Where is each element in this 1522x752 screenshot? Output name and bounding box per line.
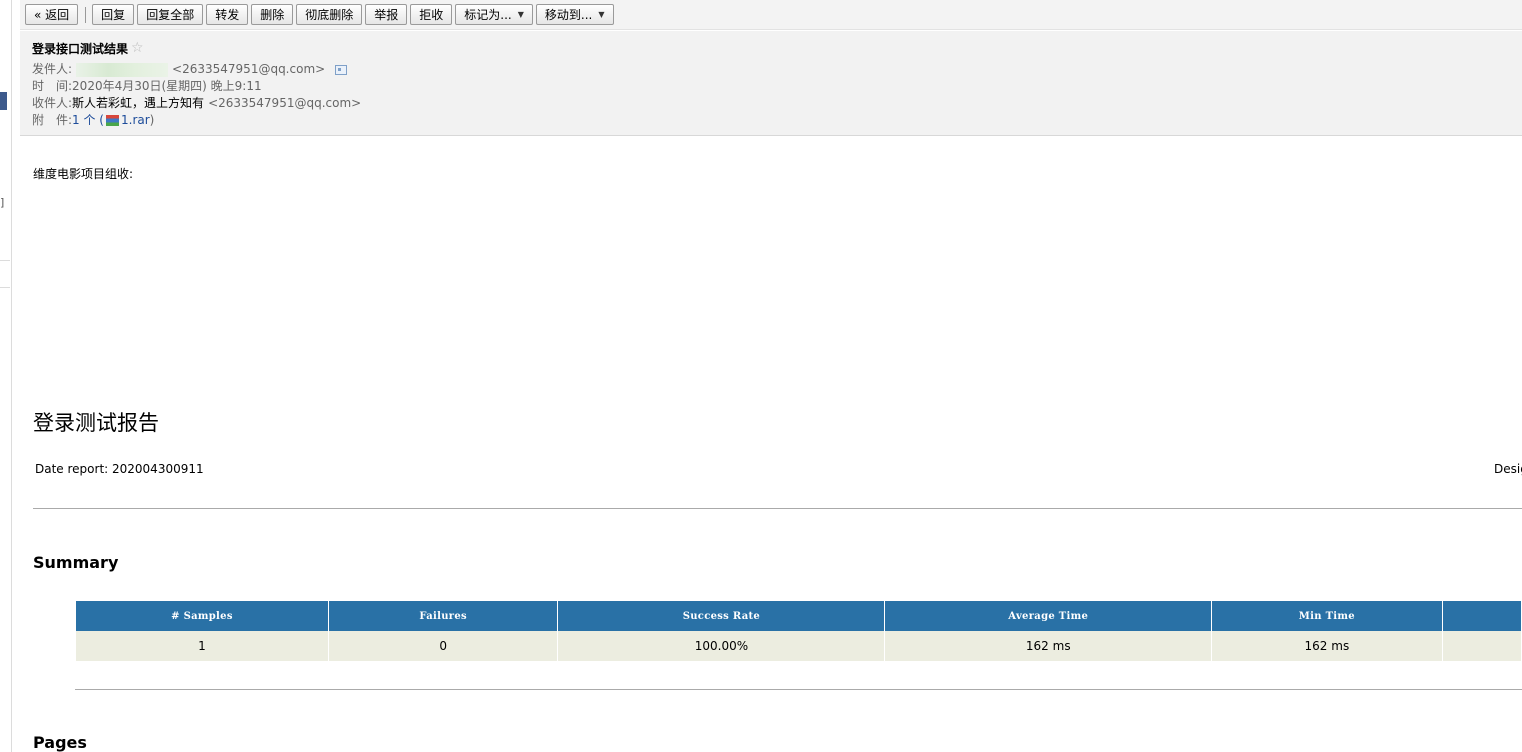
table-cell-cut bbox=[1442, 631, 1522, 661]
table-cell: 100.00% bbox=[557, 631, 886, 661]
left-panel-divider bbox=[0, 260, 10, 261]
attachment-label: 附 件: bbox=[32, 113, 73, 127]
attachment-close-paren: ) bbox=[149, 113, 155, 127]
divider bbox=[75, 689, 1522, 690]
column-header: Average Time bbox=[884, 601, 1213, 631]
attachment-count[interactable]: 1 个 ( bbox=[72, 112, 104, 129]
left-panel-edge: ] bbox=[0, 0, 12, 752]
greeting-text: 维度电影项目组收: bbox=[33, 167, 134, 181]
report-title: 登录测试报告 bbox=[33, 411, 159, 435]
pages-heading: Pages bbox=[33, 733, 87, 752]
table-cell: 0 bbox=[328, 631, 559, 661]
reject-button[interactable]: 拒收 bbox=[410, 4, 453, 25]
column-header: Success Rate bbox=[557, 601, 886, 631]
mail-header: 登录接口测试结果 ☆ 发件人: <2633547951@qq.com> 时 间:… bbox=[20, 31, 1522, 136]
time-label: 时 间: bbox=[32, 79, 73, 93]
reply-all-button[interactable]: 回复全部 bbox=[137, 4, 204, 25]
sender-row: 发件人: <2633547951@qq.com> bbox=[32, 61, 1522, 78]
summary-table: # Samples Failures Success Rate Average … bbox=[76, 601, 1522, 661]
delete-button[interactable]: 删除 bbox=[251, 4, 294, 25]
table-cell: 1 bbox=[76, 631, 329, 661]
mail-toolbar: « 返回 回复 回复全部 转发 删除 彻底删除 举报 拒收 标记为... ▼ 移… bbox=[20, 0, 1522, 30]
attachment-link[interactable]: 1.rar bbox=[121, 112, 150, 129]
mark-as-dropdown[interactable]: 标记为... ▼ bbox=[455, 4, 533, 25]
column-header: # Samples bbox=[76, 601, 329, 631]
rar-file-icon bbox=[106, 115, 119, 126]
star-icon[interactable]: ☆ bbox=[131, 40, 144, 56]
move-to-label: 移动到... bbox=[544, 8, 593, 22]
back-button[interactable]: « 返回 bbox=[25, 4, 79, 25]
report-button[interactable]: 举报 bbox=[365, 4, 408, 25]
designer-text: Desig bbox=[1494, 462, 1522, 476]
time-row: 时 间: 2020年4月30日(星期四) 晚上9:11 bbox=[32, 78, 1522, 95]
forward-button[interactable]: 转发 bbox=[206, 4, 249, 25]
sender-name-redacted bbox=[76, 62, 169, 77]
table-cell: 162 ms bbox=[884, 631, 1213, 661]
mark-as-label: 标记为... bbox=[464, 8, 512, 22]
table-header-row: # Samples Failures Success Rate Average … bbox=[76, 601, 1522, 631]
divider bbox=[33, 508, 1522, 509]
mail-subject: 登录接口测试结果 bbox=[32, 41, 129, 56]
recipient-email: <2633547951@qq.com> bbox=[208, 96, 362, 110]
table-row: 1 0 100.00% 162 ms 162 ms bbox=[76, 631, 1522, 661]
reply-button[interactable]: 回复 bbox=[92, 4, 135, 25]
column-header: Failures bbox=[328, 601, 559, 631]
delete-forever-button[interactable]: 彻底删除 bbox=[296, 4, 363, 25]
toolbar-separator bbox=[85, 6, 87, 23]
left-panel-tab[interactable] bbox=[0, 92, 7, 110]
recipient-row: 收件人: 斯人若彩虹，遇上方知有 <2633547951@qq.com> bbox=[32, 95, 1522, 112]
column-header-cut bbox=[1442, 601, 1522, 631]
caret-down-icon: ▼ bbox=[598, 10, 605, 19]
sender-email[interactable]: <2633547951@qq.com> bbox=[172, 61, 325, 78]
left-panel-bracket: ] bbox=[0, 196, 5, 209]
date-report: Date report: 202004300911 bbox=[35, 462, 204, 476]
time-value: 2020年4月30日(星期四) 晚上9:11 bbox=[72, 79, 262, 93]
summary-heading: Summary bbox=[33, 553, 119, 572]
contact-card-icon[interactable] bbox=[335, 64, 348, 75]
left-panel-divider bbox=[0, 287, 10, 288]
move-to-dropdown[interactable]: 移动到... ▼ bbox=[535, 4, 614, 25]
table-cell: 162 ms bbox=[1211, 631, 1443, 661]
recipient-label: 收件人: bbox=[32, 96, 73, 110]
column-header: Min Time bbox=[1211, 601, 1443, 631]
attachment-row: 附 件: 1 个 ( 1.rar ) bbox=[32, 112, 1522, 129]
caret-down-icon: ▼ bbox=[517, 10, 524, 19]
recipient-name[interactable]: 斯人若彩虹，遇上方知有 bbox=[72, 95, 204, 112]
sender-label: 发件人: bbox=[32, 62, 73, 76]
